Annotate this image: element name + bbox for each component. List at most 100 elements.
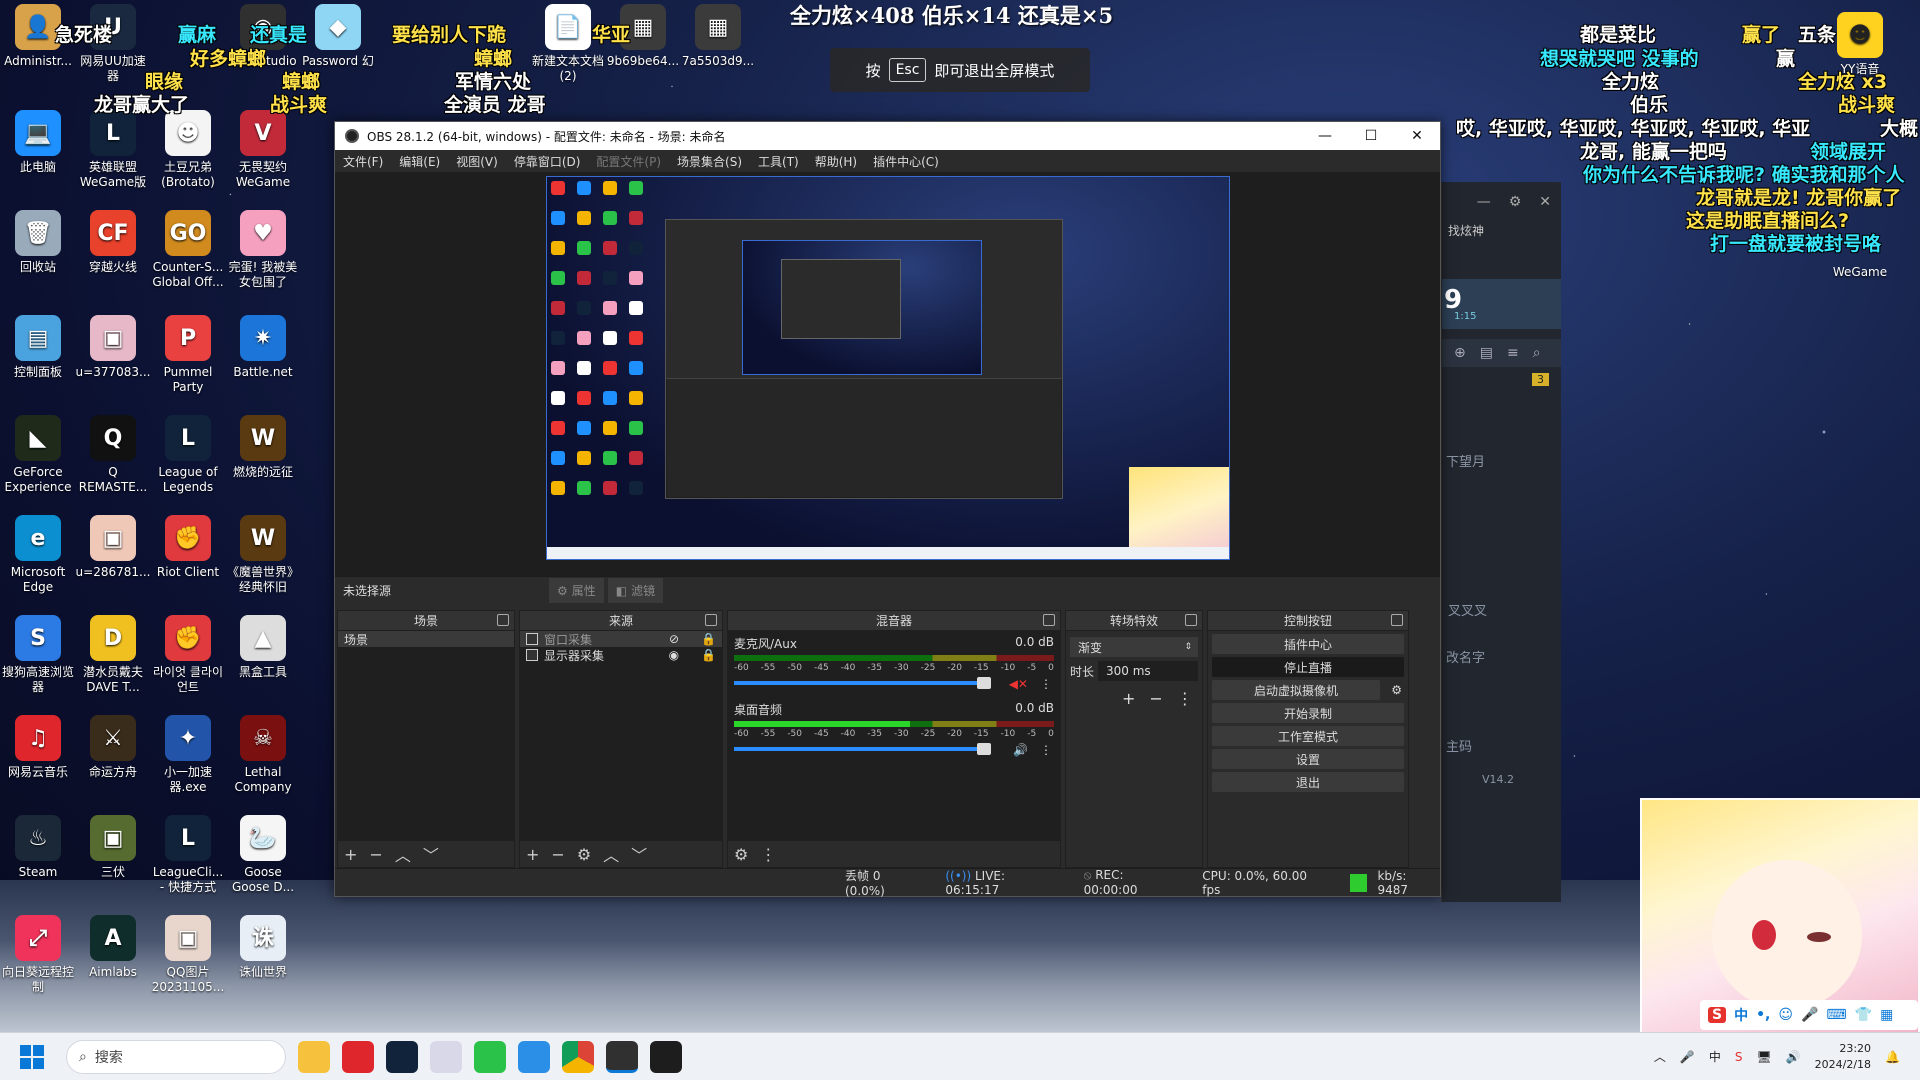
source-settings-button[interactable]: ⚙ [577,845,591,864]
taskbar-search[interactable]: ⌕ 搜索 [66,1039,286,1074]
remove-source-button[interactable]: − [551,845,564,864]
desktop-icon[interactable]: W 燃烧的远征 [225,415,301,480]
properties-button[interactable]: ⚙ 属性 [549,578,604,603]
menu-docks[interactable]: 停靠窗口(D) [514,153,581,170]
remove-scene-button[interactable]: − [369,845,382,864]
add-scene-button[interactable]: + [344,845,357,864]
obs-icon[interactable] [606,1040,638,1073]
volume-slider[interactable] [734,677,991,689]
eye-icon[interactable]: ◉ [669,648,679,662]
undock-icon[interactable] [1391,614,1403,626]
mute-icon[interactable]: ◀✕ [1009,677,1028,691]
notification-icon[interactable]: 🔔 [1885,1050,1900,1064]
desktop-icon[interactable]: ✷ Battle.net [225,315,301,380]
desktop-icon[interactable]: ☠ Lethal Company [225,715,301,795]
desktop-icon[interactable]: e Microsoft Edge [0,515,76,595]
desktop-icon[interactable]: ▣ u=377083... [75,315,151,380]
sogou-icon[interactable]: S [1735,1050,1743,1064]
desktop-icon[interactable]: ◣ GeForce Experience [0,415,76,495]
source-item[interactable]: 显示器采集 ◉ 🔒 [520,647,722,663]
search-icon[interactable]: ⌕ [1533,345,1541,361]
audio-settings-icon[interactable]: ⚙ [734,845,748,864]
plugin-center-button[interactable]: 插件中心 [1212,634,1404,654]
desktop-icon[interactable]: ▤ 控制面板 [0,315,76,380]
lock-icon[interactable]: 🔒 [701,632,716,646]
emoji-icon[interactable]: ☺ [1778,1007,1793,1023]
settings-button[interactable]: 设置 [1212,749,1404,769]
desktop-icon[interactable]: 🗑 回收站 [0,210,76,275]
menu-help[interactable]: 帮助(H) [815,153,857,170]
league-icon[interactable] [386,1040,418,1073]
desktop-icon[interactable]: L LeagueCli... - 快捷方式 [150,815,226,895]
menu-profile[interactable]: 配置文件(P) [596,153,661,170]
menu-tools[interactable]: 工具(T) [758,153,799,170]
remove-transition-button[interactable]: − [1149,689,1162,708]
ime-toolbar[interactable]: S 中 •, ☺ 🎤 ⌨ 👕 ▦ [1700,1000,1918,1030]
netease-music-icon[interactable] [342,1040,374,1073]
undock-icon[interactable] [1043,614,1055,626]
minimize-button[interactable]: — [1302,122,1348,150]
visibility-hidden-icon[interactable]: ⊘ [669,632,679,646]
clock[interactable]: 23:20 2024/2/18 [1815,1041,1871,1073]
filters-button[interactable]: ◧ 滤镜 [607,578,664,603]
desktop-icon[interactable]: S 搜狗高速浏览器 [0,615,76,695]
transition-select[interactable]: 渐变 ⇕ [1070,637,1198,657]
desktop-icon[interactable]: D 潜水员戴夫 DAVE T... [75,615,151,695]
mic-icon[interactable]: 🎤 [1801,1007,1818,1023]
more-options-icon[interactable]: ⋮ [760,845,776,864]
exit-button[interactable]: 退出 [1212,772,1404,792]
grid-icon[interactable]: ▦ [1880,1007,1893,1023]
studio-mode-button[interactable]: 工作室模式 [1212,726,1404,746]
desktop-icon[interactable]: ⚔ 命运方舟 [75,715,151,780]
desktop-icon[interactable]: 🦢 Goose Goose D... [225,815,301,895]
desktop-icon[interactable]: ▣ 三伏 [75,815,151,880]
move-down-button[interactable]: ﹀ [423,842,439,866]
menu-scene-collection[interactable]: 场景集合(S) [677,153,742,170]
desktop-icon[interactable]: ▲ 黑盒工具 [225,615,301,680]
close-button[interactable]: ✕ [1394,122,1440,150]
desktop-icon[interactable]: GO Counter-S... Global Off... [150,210,226,290]
maximize-button[interactable]: ☐ [1348,122,1394,150]
move-up-button[interactable]: ︿ [395,842,411,866]
desktop-icon[interactable]: A Aimlabs [75,915,151,980]
source-item[interactable]: 窗口采集 ⊘ 🔒 [520,631,722,647]
undock-icon[interactable] [1185,614,1197,626]
scene-item[interactable]: 场景 [338,631,514,647]
stop-streaming-button[interactable]: 停止直播 [1212,657,1404,677]
gear-icon[interactable]: ⚙ [1391,683,1402,697]
more-options-icon[interactable]: ⋮ [1040,743,1052,757]
desktop-icon[interactable]: ⤢ 向日葵远程控制 [0,915,76,995]
volume-slider[interactable] [734,743,991,755]
move-down-button[interactable]: ﹀ [631,842,647,866]
move-up-button[interactable]: ︿ [603,842,619,866]
desktop-icon[interactable]: ▣ QQ图片 20231105... [150,915,226,995]
desktop-icon[interactable]: ♫ 网易云音乐 [0,715,76,780]
desktop-icon[interactable]: Q Q REMASTE... [75,415,151,495]
desktop-icon[interactable]: ☻ 土豆兄弟 (Brotato) [150,110,226,190]
sunlogin-icon[interactable] [518,1040,550,1073]
desktop-icon[interactable]: W 《魔兽世界》经典怀旧 [225,515,301,595]
desktop-icon[interactable]: ▣ u=286781... [75,515,151,580]
list-icon[interactable]: ≡ [1507,345,1519,361]
desktop-icon[interactable]: 💻 此电脑 [0,110,76,175]
desktop-icon[interactable]: ♥ 完蛋! 我被美女包围了 [225,210,301,290]
close-icon[interactable]: ✕ [1539,194,1551,210]
desktop-icon[interactable]: P Pummel Party [150,315,226,395]
punctuation-icon[interactable]: •, [1756,1007,1770,1023]
add-source-button[interactable]: + [526,845,539,864]
lock-icon[interactable]: 🔒 [701,648,716,662]
more-options-icon[interactable]: ⋮ [1177,689,1193,708]
add-transition-button[interactable]: + [1122,689,1135,708]
speaker-icon[interactable]: 🔊 [1013,743,1028,757]
stream-preview[interactable] [546,176,1230,560]
mic-icon[interactable]: 🎤 [1680,1050,1695,1064]
desktop-icon[interactable]: CF 穿越火线 [75,210,151,275]
desktop-icon[interactable]: V 无畏契约 WeGame [225,110,301,190]
network-icon[interactable]: 🖥 [1756,1050,1771,1064]
gpu-tool-icon[interactable] [650,1040,682,1073]
menu-view[interactable]: 视图(V) [456,153,498,170]
duration-spinbox[interactable]: 300 ms [1098,661,1198,681]
game-app-icon[interactable] [430,1040,462,1073]
file-explorer-icon[interactable] [298,1040,330,1073]
more-options-icon[interactable]: ⋮ [1040,677,1052,691]
